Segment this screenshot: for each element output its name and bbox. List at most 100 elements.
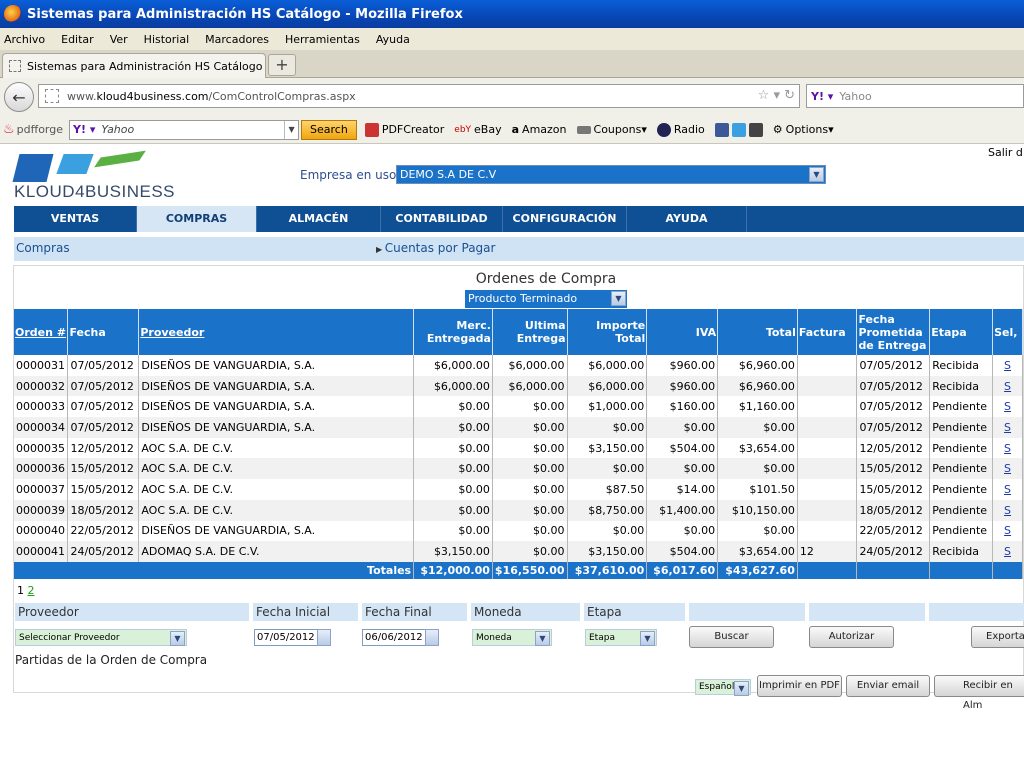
chevron-down-icon[interactable]: ▼ xyxy=(734,681,749,696)
etapa-select[interactable]: Etapa ▼ xyxy=(585,629,657,646)
col-proveedor[interactable]: Proveedor xyxy=(138,309,415,355)
imprimir-pdf-button[interactable]: Imprimir en PDF xyxy=(757,675,842,697)
menu-ver[interactable]: Ver xyxy=(110,33,128,46)
calendar-icon[interactable] xyxy=(425,629,439,646)
col-orden[interactable]: Orden # xyxy=(14,309,69,355)
cell-proveedor: DISEÑOS DE VANGUARDIA, S.A. xyxy=(138,520,415,542)
firefox-icon xyxy=(4,5,22,23)
cell-fecha: 07/05/2012 xyxy=(67,417,140,438)
address-bar[interactable]: www. kloud4business.com/ComControlCompras… xyxy=(38,84,800,108)
chevron-down-icon[interactable]: ▼ xyxy=(170,631,185,646)
language-select[interactable]: Español ▼ xyxy=(695,679,751,696)
logout-link[interactable]: Salir d xyxy=(988,146,1023,159)
select-link[interactable]: S xyxy=(992,499,1023,521)
recibir-almacen-button[interactable]: Recibir en Alm xyxy=(934,675,1024,711)
pdfforge-logo[interactable]: ♨ pdfforge xyxy=(3,122,63,137)
empresa-label: Empresa en uso: xyxy=(300,168,401,182)
menu-herramientas[interactable]: Herramientas xyxy=(285,33,360,46)
toolbar-amazon[interactable]: a Amazon xyxy=(512,123,567,136)
select-link[interactable]: S xyxy=(992,375,1023,397)
page-next-link[interactable]: 2 xyxy=(28,584,35,597)
cell-fecha-prometida: 18/05/2012 xyxy=(856,499,931,521)
select-link[interactable]: S xyxy=(992,479,1023,500)
select-link[interactable]: S xyxy=(992,458,1023,480)
browser-tab[interactable]: Sistemas para Administración HS Catálogo xyxy=(2,53,266,78)
cell-total: $0.00 xyxy=(717,458,798,480)
back-arrow-icon: ← xyxy=(12,87,26,107)
nav-compras[interactable]: COMPRAS xyxy=(137,206,257,232)
enviar-email-button[interactable]: Enviar email xyxy=(846,675,930,697)
buscar-button[interactable]: Buscar xyxy=(689,626,774,648)
cell-iva: $0.00 xyxy=(646,417,719,438)
yahoo-search-input[interactable]: Y! ▾ Yahoo ▼ xyxy=(69,119,300,140)
chevron-down-icon[interactable]: ▼ xyxy=(809,167,824,182)
nav-contabilidad[interactable]: CONTABILIDAD xyxy=(381,206,503,232)
nav-ventas[interactable]: VENTAS xyxy=(14,206,137,232)
facebook-icon[interactable] xyxy=(714,122,729,137)
site-identity-icon xyxy=(45,89,59,103)
exportar-button[interactable]: Exportar xyxy=(971,626,1024,648)
cell-fecha-prometida: 07/05/2012 xyxy=(856,355,931,376)
back-button[interactable]: ← xyxy=(4,82,34,112)
autorizar-button[interactable]: Autorizar xyxy=(809,626,894,648)
fecha-final-input[interactable]: 06/06/2012 xyxy=(362,629,439,646)
cell-merc: $0.00 xyxy=(413,396,493,418)
select-link[interactable]: S xyxy=(992,396,1023,418)
toolbar-ebay[interactable]: ebY eBay xyxy=(454,123,501,136)
bookmark-star-icon[interactable]: ☆ ▾ ↻ xyxy=(758,88,795,103)
google-plus-icon[interactable] xyxy=(748,122,763,137)
cell-etapa: Pendiente xyxy=(929,499,994,521)
select-link[interactable]: S xyxy=(992,541,1023,562)
cuentas-por-pagar-link[interactable]: ▶ Cuentas por Pagar xyxy=(376,241,495,255)
nav-ayuda[interactable]: AYUDA xyxy=(627,206,747,232)
search-button[interactable]: Search xyxy=(301,119,357,140)
toolbar-radio[interactable]: Radio xyxy=(656,122,705,137)
search-engine-placeholder: Yahoo xyxy=(839,89,872,103)
product-filter-select[interactable]: Producto Terminado ▼ xyxy=(465,290,627,308)
menu-ayuda[interactable]: Ayuda xyxy=(376,33,410,46)
menu-bar: Archivo Editar Ver Historial Marcadores … xyxy=(0,28,1024,50)
fecha-inicial-input[interactable]: 07/05/2012 xyxy=(254,629,331,646)
nav-almacen[interactable]: ALMACÉN xyxy=(257,206,381,232)
proveedor-select[interactable]: Seleccionar Proveedor ▼ xyxy=(15,629,187,646)
select-link[interactable]: S xyxy=(992,520,1023,542)
cell-etapa: Pendiente xyxy=(929,417,994,438)
cell-merc: $0.00 xyxy=(413,479,493,500)
cell-orden: 0000031 xyxy=(14,355,69,376)
select-link[interactable]: S xyxy=(992,355,1023,376)
cell-proveedor: DISEÑOS DE VANGUARDIA, S.A. xyxy=(138,355,415,376)
breadcrumb-compras[interactable]: Compras xyxy=(16,241,70,255)
select-link[interactable]: S xyxy=(992,417,1023,438)
cell-orden: 0000033 xyxy=(14,396,69,418)
menu-marcadores[interactable]: Marcadores xyxy=(205,33,269,46)
select-link[interactable]: S xyxy=(992,437,1023,459)
cell-importe: $8,750.00 xyxy=(567,499,648,521)
calendar-icon[interactable] xyxy=(317,629,331,646)
chevron-down-icon[interactable]: ▼ xyxy=(640,631,655,646)
cell-ultima: $0.00 xyxy=(492,520,568,542)
chevron-down-icon[interactable]: ▼ xyxy=(284,120,298,139)
toolbar-coupons[interactable]: Coupons ▾ xyxy=(576,123,647,136)
menu-historial[interactable]: Historial xyxy=(144,33,189,46)
page-title: Ordenes de Compra xyxy=(475,271,617,287)
total-iva: $6,017.60 xyxy=(646,561,719,579)
chevron-down-icon[interactable]: ▼ xyxy=(611,291,626,306)
coupon-icon xyxy=(576,125,591,134)
new-tab-button[interactable]: + xyxy=(268,54,296,76)
toolbar-options[interactable]: ⚙ Options ▾ xyxy=(773,123,834,136)
empresa-select[interactable]: DEMO S.A DE C.V ▼ xyxy=(396,165,826,184)
cell-merc: $0.00 xyxy=(413,437,493,459)
twitter-icon[interactable] xyxy=(731,122,746,137)
navigation-bar: ← www. kloud4business.com/ComControlCompr… xyxy=(0,78,1024,116)
search-engine-box[interactable]: Y! ▾ Yahoo xyxy=(806,84,1024,108)
cell-merc: $0.00 xyxy=(413,520,493,542)
toolbar-pdfcreator[interactable]: PDFCreator xyxy=(364,122,444,137)
addon-toolbar: ♨ pdfforge Y! ▾ Yahoo ▼ Search PDFCreato… xyxy=(0,116,1024,144)
menu-archivo[interactable]: Archivo xyxy=(4,33,45,46)
total-ultima: $16,550.00 xyxy=(492,561,568,579)
moneda-select[interactable]: Moneda ▼ xyxy=(472,629,552,646)
menu-editar[interactable]: Editar xyxy=(61,33,94,46)
chevron-down-icon[interactable]: ▼ xyxy=(535,631,550,646)
cell-fecha-prometida: 15/05/2012 xyxy=(856,458,931,480)
nav-configuracion[interactable]: CONFIGURACIÓN xyxy=(503,206,627,232)
